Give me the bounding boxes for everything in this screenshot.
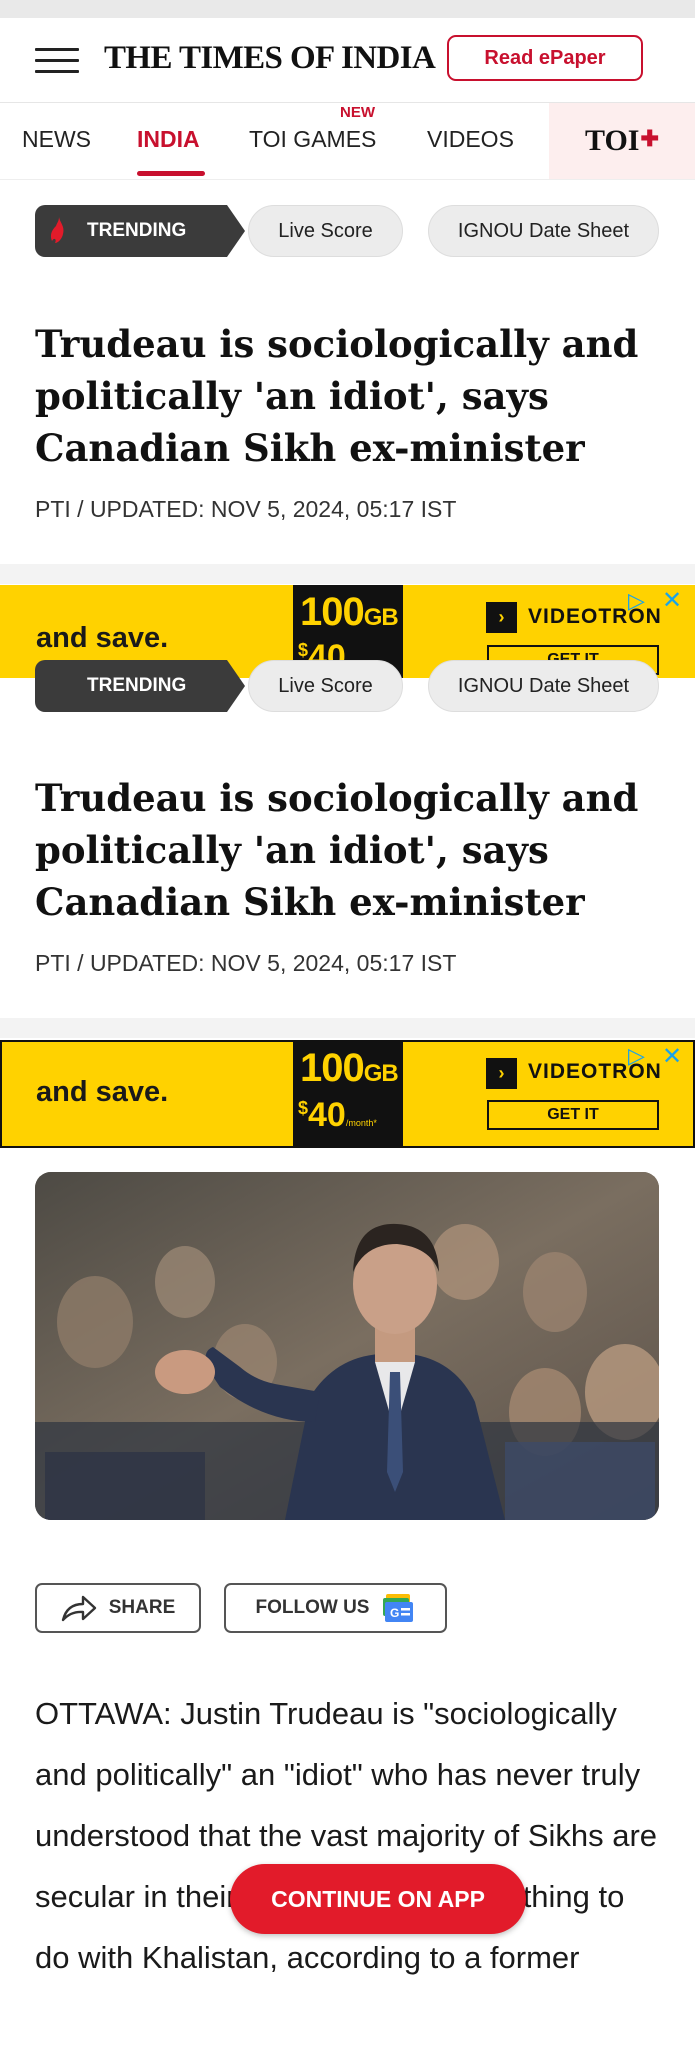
section-divider (0, 1018, 695, 1038)
flame-icon (50, 217, 64, 243)
ad-price-period: /month* (345, 1118, 377, 1128)
ad-data-unit: GB (363, 1060, 399, 1087)
follow-us-button[interactable]: FOLLOW US G (224, 1583, 447, 1633)
play-icon: › (486, 602, 517, 633)
adchoices-icon[interactable]: ▷ (628, 1043, 645, 1069)
share-label: SHARE (108, 1597, 176, 1618)
trending-label: TRENDING (87, 220, 187, 241)
article-body-paragraph: OTTAWA: Justin Trudeau is "sociologicall… (35, 1696, 658, 1975)
ad-tagline: and save. (36, 622, 169, 654)
site-logo[interactable]: THE TIMES OF INDIA (104, 40, 436, 77)
ad-cta-button[interactable]: GET IT (487, 1100, 659, 1130)
trending-badge[interactable]: TRENDING (35, 660, 227, 712)
nav-item-toi-games[interactable]: TOI GAMES (249, 126, 376, 153)
share-icon (61, 1595, 96, 1622)
trending-badge-arrow (227, 205, 245, 257)
plus-icon: ✚ (640, 126, 659, 151)
trending-chip-ignou[interactable]: IGNOU Date Sheet (428, 205, 659, 257)
status-strip (0, 0, 695, 18)
article-byline: PTI / UPDATED: NOV 5, 2024, 05:17 IST (35, 496, 457, 522)
ad-data-value: 100 (300, 590, 365, 634)
close-icon[interactable]: ✕ (662, 586, 682, 615)
trending-chip-live-score[interactable]: Live Score (248, 205, 403, 257)
trending-chip-live-score[interactable]: Live Score (248, 660, 403, 712)
close-icon[interactable]: ✕ (662, 1042, 682, 1071)
menu-icon[interactable] (35, 48, 79, 74)
adchoices-icon[interactable]: ▷ (628, 588, 645, 614)
nav-item-india[interactable]: INDIA (137, 126, 200, 153)
ad-tagline: and save. (36, 1076, 169, 1108)
play-icon: › (486, 1058, 517, 1089)
nav-item-videos[interactable]: VIDEOS (427, 126, 514, 153)
svg-text:G: G (390, 1606, 399, 1620)
nav-item-news[interactable]: NEWS (22, 126, 91, 153)
article-headline: Trudeau is sociologically and politicall… (35, 322, 639, 470)
ad-data-amount: 100GB (300, 1046, 399, 1091)
google-news-icon: G (383, 1594, 414, 1622)
ad-data-unit: GB (363, 604, 399, 631)
read-epaper-button[interactable]: Read ePaper (447, 35, 643, 81)
ad-price-value: 40 (308, 1096, 346, 1134)
section-divider (0, 564, 695, 584)
ad-currency: $ (298, 640, 309, 660)
article-headline: Trudeau is sociologically and politicall… (35, 776, 639, 924)
new-badge: NEW (340, 104, 375, 121)
trending-badge-arrow (227, 660, 245, 712)
ad-price: $40/month* (298, 1096, 377, 1135)
ad-currency: $ (298, 1098, 309, 1118)
article-photo[interactable] (35, 1172, 659, 1520)
toi-plus-text: TOI (585, 124, 640, 157)
active-tab-indicator (137, 171, 205, 176)
trending-chip-ignou[interactable]: IGNOU Date Sheet (428, 660, 659, 712)
follow-label: FOLLOW US (255, 1597, 370, 1618)
share-button[interactable]: SHARE (35, 1583, 201, 1633)
ad-data-amount: 100GB (300, 590, 399, 635)
toi-plus-logo[interactable]: TOI✚ (585, 124, 659, 158)
ad-data-value: 100 (300, 1046, 365, 1090)
article-photo-illustration (35, 1172, 659, 1520)
article-byline: PTI / UPDATED: NOV 5, 2024, 05:17 IST (35, 950, 457, 976)
continue-on-app-button[interactable]: CONTINUE ON APP (230, 1864, 526, 1934)
